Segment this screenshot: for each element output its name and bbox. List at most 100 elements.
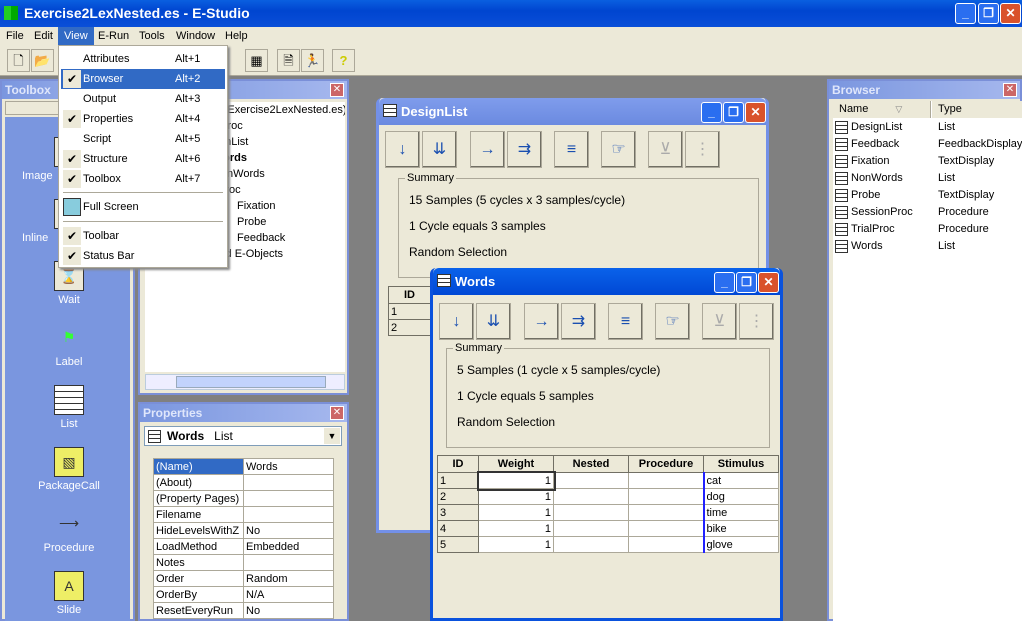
minimize-button[interactable]: _	[714, 272, 735, 293]
menu-item-full-screen[interactable]: Full Screen	[61, 197, 225, 217]
property-row[interactable]: OrderBy N/A	[153, 586, 334, 603]
browser-item[interactable]: SessionProc Procedure	[835, 204, 1022, 221]
property-value[interactable]: No	[243, 522, 334, 539]
browser-item[interactable]: Fixation TextDisplay	[835, 153, 1022, 170]
property-row[interactable]: Notes	[153, 554, 334, 571]
browser-item[interactable]: Feedback FeedbackDisplay	[835, 136, 1022, 153]
properties-icon[interactable]: ☞	[601, 131, 636, 168]
summary-icon[interactable]: ≡	[554, 131, 589, 168]
menu-item-status-bar[interactable]: ✔ Status Bar	[61, 246, 225, 266]
property-value[interactable]: Random	[243, 570, 334, 587]
procedure-cell[interactable]	[628, 472, 704, 489]
menu-item-structure[interactable]: ✔ Structure Alt+6	[61, 149, 225, 169]
property-name[interactable]: OrderBy	[153, 586, 244, 603]
remove-levels-icon[interactable]: ⊻	[648, 131, 683, 168]
property-name[interactable]: (Property Pages)	[153, 490, 244, 507]
column-header[interactable]: ID	[437, 455, 479, 473]
close-button[interactable]: ✕	[745, 102, 766, 123]
property-row[interactable]: (Name) Words	[153, 458, 334, 475]
property-row[interactable]: (Property Pages)	[153, 490, 334, 507]
remove-attributes-icon[interactable]: ⋮	[739, 303, 774, 340]
browser-item[interactable]: NonWords List	[835, 170, 1022, 187]
toolbox-item-slide[interactable]: A Slide	[5, 571, 130, 616]
summary-icon[interactable]: ≡	[608, 303, 643, 340]
row-id[interactable]: 5	[437, 536, 479, 553]
new-icon[interactable]: 🗋	[7, 49, 30, 72]
nested-cell[interactable]	[553, 488, 629, 505]
stimulus-cell[interactable]: glove	[702, 536, 779, 553]
restore-button[interactable]: ❐	[978, 3, 999, 24]
procedure-cell[interactable]	[628, 520, 704, 537]
properties-icon[interactable]: ▦	[245, 49, 268, 72]
add-level-icon[interactable]: ↓	[439, 303, 474, 340]
property-value[interactable]: No	[243, 602, 334, 619]
property-name[interactable]: Notes	[153, 554, 244, 571]
menu-item-toolbox[interactable]: ✔ Toolbox Alt+7	[61, 169, 225, 189]
open-icon[interactable]: 📂	[31, 49, 54, 72]
stimulus-cell[interactable]: time	[702, 504, 779, 521]
property-value[interactable]	[243, 474, 334, 491]
help-icon[interactable]: ?	[332, 49, 355, 72]
column-header-name[interactable]: Name ▽	[833, 101, 931, 118]
menu-tools[interactable]: Tools	[133, 27, 171, 45]
add-level-icon[interactable]: ↓	[385, 131, 420, 168]
minimize-button[interactable]: _	[955, 3, 976, 24]
scrollbar-thumb[interactable]	[176, 376, 326, 388]
property-name[interactable]: Filename	[153, 506, 244, 523]
property-row[interactable]: ResetEveryRun No	[153, 602, 334, 619]
menu-item-script[interactable]: Script Alt+5	[61, 129, 225, 149]
weight-cell[interactable]: 1	[478, 520, 554, 537]
nested-cell[interactable]	[553, 472, 629, 489]
chevron-down-icon[interactable]: ▼	[324, 428, 340, 444]
close-icon[interactable]: ✕	[330, 406, 344, 420]
row-id[interactable]: 1	[437, 472, 479, 489]
browser-item[interactable]: TrialProc Procedure	[835, 221, 1022, 238]
stimulus-cell[interactable]: bike	[702, 520, 779, 537]
remove-attributes-icon[interactable]: ⋮	[685, 131, 720, 168]
property-value[interactable]: Embedded	[243, 538, 334, 555]
property-name[interactable]: LoadMethod	[153, 538, 244, 555]
row-id[interactable]: 3	[437, 504, 479, 521]
properties-icon[interactable]: ☞	[655, 303, 690, 340]
weight-cell[interactable]: 1	[478, 504, 554, 521]
property-value[interactable]	[243, 506, 334, 523]
procedure-cell[interactable]	[628, 488, 704, 505]
add-multiple-attributes-icon[interactable]: ⇉	[561, 303, 596, 340]
add-multiple-levels-icon[interactable]: ⇊	[476, 303, 511, 340]
property-name[interactable]: (Name)	[153, 458, 244, 475]
procedure-cell[interactable]	[628, 504, 704, 521]
document-icon[interactable]: 🗎	[277, 49, 300, 72]
column-header[interactable]: Weight	[478, 455, 554, 473]
row-id[interactable]: 4	[437, 520, 479, 537]
nested-cell[interactable]	[553, 520, 629, 537]
object-selector[interactable]: Words List ▼	[144, 426, 342, 446]
column-header[interactable]: Procedure	[628, 455, 704, 473]
property-row[interactable]: HideLevelsWithZ No	[153, 522, 334, 539]
menu-view[interactable]: View	[58, 27, 94, 45]
property-value[interactable]	[243, 554, 334, 571]
property-value[interactable]: Words	[243, 458, 334, 475]
nested-cell[interactable]	[553, 536, 629, 553]
property-name[interactable]: (About)	[153, 474, 244, 491]
weight-cell[interactable]: 1	[478, 536, 554, 553]
menu-window[interactable]: Window	[170, 27, 221, 45]
weight-cell[interactable]: 1	[478, 488, 554, 505]
property-row[interactable]: (About)	[153, 474, 334, 491]
maximize-button[interactable]: ❐	[723, 102, 744, 123]
property-name[interactable]: ResetEveryRun	[153, 602, 244, 619]
close-button[interactable]: ✕	[1000, 3, 1021, 24]
menu-file[interactable]: File	[0, 27, 30, 45]
toolbox-item-procedure[interactable]: ⟶ Procedure	[5, 509, 130, 554]
add-attribute-icon[interactable]: →	[524, 303, 559, 340]
menu-erun[interactable]: E-Run	[92, 27, 135, 45]
menu-item-attributes[interactable]: Attributes Alt+1	[61, 49, 225, 69]
property-row[interactable]: Order Random	[153, 570, 334, 587]
property-value[interactable]: N/A	[243, 586, 334, 603]
browser-item[interactable]: DesignList List	[835, 119, 1022, 136]
column-header[interactable]: Stimulus	[703, 455, 779, 473]
close-button[interactable]: ✕	[758, 272, 779, 293]
remove-levels-icon[interactable]: ⊻	[702, 303, 737, 340]
property-row[interactable]: LoadMethod Embedded	[153, 538, 334, 555]
column-header[interactable]: Nested	[553, 455, 629, 473]
add-multiple-attributes-icon[interactable]: ⇉	[507, 131, 542, 168]
